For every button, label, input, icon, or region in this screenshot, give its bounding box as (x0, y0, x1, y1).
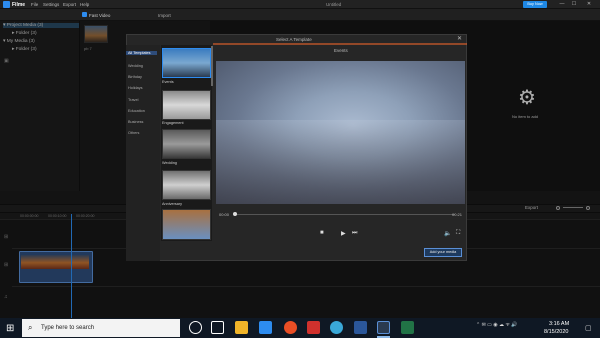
close-icon[interactable]: ✕ (457, 35, 462, 42)
menu-file[interactable]: File (31, 2, 38, 7)
current-time: 00:00 (219, 212, 230, 217)
search-placeholder: Type here to search (41, 325, 95, 331)
system-tray-icons[interactable]: ⌃ ✉ ▭ ◉ ☁ ᯤ 🔊 (476, 322, 518, 328)
clock-date[interactable]: 8/15/2020 (544, 329, 568, 335)
fast-video-tab[interactable]: Fast Video (89, 13, 110, 18)
template-label: Engagement (162, 121, 184, 125)
mail-icon[interactable] (259, 321, 272, 334)
template-events[interactable] (162, 48, 211, 78)
template-label: Anniversary (162, 202, 183, 206)
word-icon[interactable] (354, 321, 367, 334)
modal-title: Select A Template (276, 37, 312, 42)
file-explorer-icon[interactable] (235, 321, 248, 334)
minimize-button[interactable]: — (557, 1, 567, 8)
firefox-icon[interactable] (284, 321, 297, 334)
category-education[interactable]: Education (128, 109, 145, 113)
template-anniversary[interactable] (162, 170, 211, 200)
maximize-button[interactable]: ☐ (569, 1, 579, 8)
template-scrollbar[interactable] (211, 46, 213, 86)
next-frame-icon[interactable]: ⏭ (352, 230, 357, 237)
template-engagement[interactable] (162, 90, 211, 120)
progress-handle[interactable] (233, 212, 237, 216)
template-label: Wedding (162, 161, 177, 165)
category-others[interactable]: Others (128, 131, 139, 135)
windows-start-icon[interactable]: ⊞ (6, 323, 14, 334)
menu-settings[interactable]: Settings (43, 2, 59, 7)
app-name: Filme (12, 2, 26, 8)
task-view-icon[interactable] (211, 321, 224, 334)
buy-now-button[interactable]: Buy Now (523, 1, 547, 8)
netflix-icon[interactable] (307, 321, 320, 334)
clock-time[interactable]: 3:16 AM (549, 321, 569, 327)
preview-category-title: Events (334, 48, 348, 53)
stop-icon[interactable]: ■ (320, 230, 324, 236)
category-holidays[interactable]: Holidays (128, 86, 143, 90)
category-birthday[interactable]: Birthday (128, 75, 142, 79)
title-bar (0, 0, 600, 9)
edge-icon[interactable] (330, 321, 343, 334)
play-icon[interactable]: ▶ (341, 230, 346, 237)
close-button[interactable]: ✕ (584, 1, 594, 8)
menu-export[interactable]: Export (63, 2, 76, 7)
excel-icon[interactable] (401, 321, 414, 334)
total-time: 00:21 (452, 212, 463, 217)
cortana-icon[interactable] (189, 321, 202, 334)
notification-icon[interactable]: ▢ (585, 324, 592, 332)
category-business[interactable]: Business (128, 120, 143, 124)
menu-help[interactable]: Help (80, 2, 89, 7)
template-item[interactable] (162, 209, 211, 240)
fast-video-icon (82, 12, 87, 17)
preview-image-shade (216, 120, 465, 204)
fullscreen-icon[interactable]: ⛶ (456, 230, 460, 237)
progress-bar[interactable] (234, 214, 455, 215)
template-wedding[interactable] (162, 129, 211, 159)
template-label: Events (162, 80, 174, 84)
app-logo-icon (3, 1, 10, 8)
category-all-templates[interactable]: All Templates (126, 51, 157, 55)
import-button[interactable]: Import (158, 13, 171, 18)
add-your-media-button[interactable]: Add your media (424, 248, 462, 257)
search-icon: ⌕ (28, 323, 33, 332)
document-title: Untitled (326, 2, 342, 7)
category-travel[interactable]: Travel (128, 98, 138, 102)
modal-accent-line (213, 43, 467, 45)
filme-taskbar-icon[interactable] (377, 321, 390, 334)
volume-icon[interactable]: 🔈 (444, 230, 451, 237)
category-wedding[interactable]: Wedding (128, 64, 143, 68)
